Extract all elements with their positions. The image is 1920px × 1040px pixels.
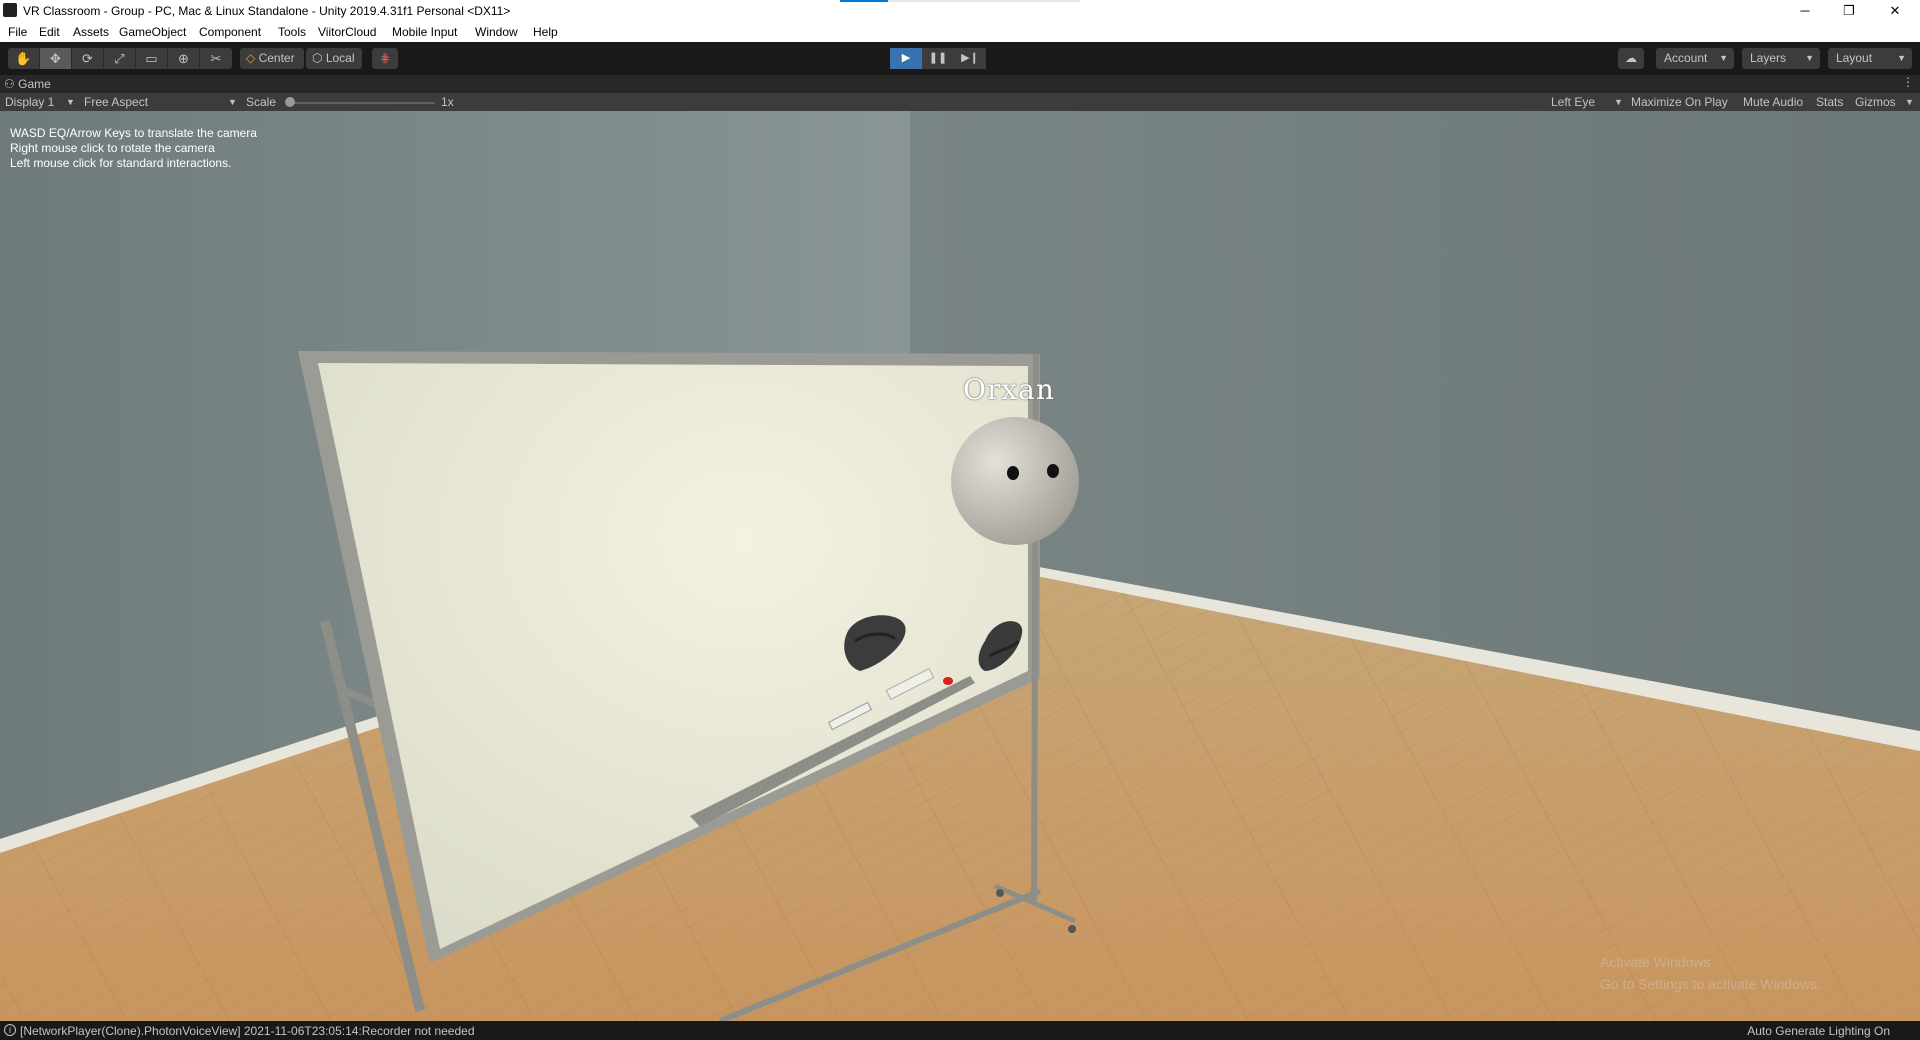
layout-dropdown[interactable]: Layout ▼: [1828, 48, 1912, 69]
player-name-label: Orxan: [963, 373, 1055, 406]
rotate-tool-icon[interactable]: ⟳: [72, 48, 104, 69]
status-bar: i [NetworkPlayer(Clone).PhotonVoiceView]…: [0, 1021, 1920, 1040]
custom-tool-icon[interactable]: ✂: [200, 48, 232, 69]
scale-value: 1x: [441, 95, 454, 109]
hint-line: Right mouse click to rotate the camera: [10, 141, 215, 155]
title-progress-bar: [840, 0, 1080, 2]
pivot-center-button[interactable]: ◇ Center: [240, 48, 304, 69]
camera-hints: WASD EQ/Arrow Keys to translate the came…: [10, 126, 257, 171]
chevron-down-icon: ▼: [1719, 53, 1728, 63]
menu-component[interactable]: Component: [199, 25, 261, 39]
game-view[interactable]: WASD EQ/Arrow Keys to translate the came…: [0, 111, 1920, 1021]
scale-label: Scale: [246, 95, 277, 109]
pause-button[interactable]: ❚❚: [922, 48, 954, 69]
play-button[interactable]: ▶: [890, 48, 922, 69]
grid-snap-button[interactable]: ⋕: [372, 48, 398, 69]
window-title: VR Classroom - Group - PC, Mac & Linux S…: [23, 4, 511, 18]
menu-gameobject[interactable]: GameObject: [119, 25, 186, 39]
console-message[interactable]: [NetworkPlayer(Clone).PhotonVoiceView] 2…: [20, 1024, 475, 1038]
layers-dropdown[interactable]: Layers ▼: [1742, 48, 1820, 69]
step-button[interactable]: ▶❙: [954, 48, 986, 69]
gizmos-dropdown[interactable]: Gizmos: [1855, 95, 1896, 109]
menu-file[interactable]: File: [8, 25, 27, 39]
menu-bar: File Edit Assets GameObject Component To…: [0, 22, 1920, 42]
menu-viitorcloud[interactable]: ViitorCloud: [318, 25, 376, 39]
chevron-down-icon: ▼: [1905, 97, 1914, 107]
tab-game[interactable]: ⚇ Game: [4, 77, 51, 91]
game-tab-strip: ⚇ Game ⋮: [0, 75, 1920, 93]
chevron-down-icon: ▼: [66, 97, 75, 107]
cube-icon: ⬡: [312, 51, 323, 65]
hint-line: Left mouse click for standard interactio…: [10, 156, 232, 170]
transform-tools: ✋ ✥ ⟳ ⤢ ▭ ⊕ ✂: [8, 48, 232, 69]
aspect-dropdown[interactable]: Free Aspect: [84, 95, 148, 109]
scene-render: [0, 111, 1920, 1021]
menu-help[interactable]: Help: [533, 25, 558, 39]
move-tool-icon[interactable]: ✥: [40, 48, 72, 69]
menu-assets[interactable]: Assets: [73, 25, 109, 39]
maximize-on-play-toggle[interactable]: Maximize On Play: [1631, 95, 1728, 109]
title-bar: VR Classroom - Group - PC, Mac & Linux S…: [0, 0, 1920, 22]
chevron-down-icon: ▼: [1614, 97, 1623, 107]
tab-menu-icon[interactable]: ⋮: [1902, 75, 1914, 89]
pivot-local-button[interactable]: ⬡ Local: [306, 48, 362, 69]
close-button[interactable]: ✕: [1872, 0, 1918, 22]
info-icon: i: [4, 1024, 16, 1036]
restore-button[interactable]: ❐: [1826, 0, 1872, 22]
menu-mobile-input[interactable]: Mobile Input: [392, 25, 457, 39]
cloud-button[interactable]: ☁: [1618, 48, 1644, 69]
activate-windows-watermark: Activate Windows Go to Settings to activ…: [1600, 954, 1821, 992]
rect-tool-icon[interactable]: ▭: [136, 48, 168, 69]
pivot-icon: ◇: [246, 51, 256, 65]
display-dropdown[interactable]: Display 1: [5, 95, 54, 109]
scale-slider-handle[interactable]: [285, 97, 295, 107]
game-view-toolbar: Display 1 ▼ Free Aspect ▼ Scale 1x Left …: [0, 93, 1920, 111]
gamepad-icon: ⚇: [4, 77, 15, 91]
eye-dropdown[interactable]: Left Eye: [1551, 95, 1595, 109]
unity-logo-icon: [3, 3, 17, 17]
transform-tool-icon[interactable]: ⊕: [168, 48, 200, 69]
stats-toggle[interactable]: Stats: [1816, 95, 1843, 109]
mute-audio-toggle[interactable]: Mute Audio: [1743, 95, 1803, 109]
menu-window[interactable]: Window: [475, 25, 518, 39]
account-dropdown[interactable]: Account ▼: [1656, 48, 1734, 69]
grid-icon: ⋕: [379, 51, 391, 65]
lighting-status: Auto Generate Lighting On: [1747, 1024, 1890, 1038]
chevron-down-icon: ▼: [228, 97, 237, 107]
chevron-down-icon: ▼: [1897, 53, 1906, 63]
cloud-icon: ☁: [1625, 51, 1637, 65]
menu-edit[interactable]: Edit: [39, 25, 60, 39]
scale-tool-icon[interactable]: ⤢: [104, 48, 136, 69]
scale-slider-track[interactable]: [290, 102, 435, 104]
main-toolbar: ✋ ✥ ⟳ ⤢ ▭ ⊕ ✂ ◇ Center ⬡ Local ⋕ ▶ ❚❚ ▶❙…: [0, 42, 1920, 75]
menu-tools[interactable]: Tools: [278, 25, 306, 39]
hint-line: WASD EQ/Arrow Keys to translate the came…: [10, 126, 257, 140]
chevron-down-icon: ▼: [1805, 53, 1814, 63]
hand-tool-icon[interactable]: ✋: [8, 48, 40, 69]
minimize-button[interactable]: ─: [1782, 0, 1828, 22]
play-controls: ▶ ❚❚ ▶❙: [890, 48, 986, 69]
